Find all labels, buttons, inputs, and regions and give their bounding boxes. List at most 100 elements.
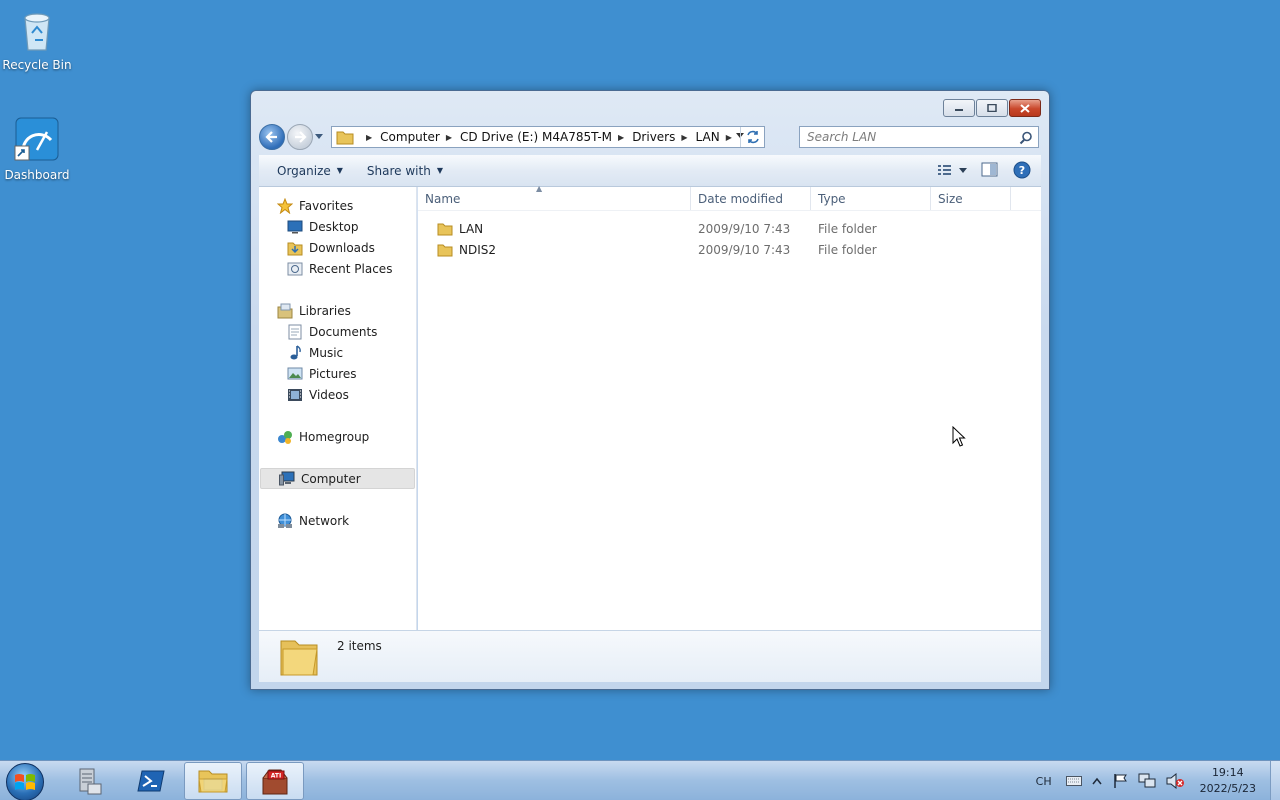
clock-time: 19:14	[1211, 766, 1244, 779]
nav-item-label: Videos	[309, 387, 349, 402]
keyboard-icon[interactable]	[1065, 776, 1082, 786]
nav-item-recent-places[interactable]: Recent Places	[259, 258, 416, 279]
music-icon	[290, 344, 301, 359]
column-header-date-modified[interactable]: Date modified	[691, 187, 811, 210]
downloads-folder-icon	[287, 242, 303, 255]
file-type: File folder	[818, 242, 877, 257]
nav-item-label: Homegroup	[299, 429, 370, 444]
nav-item-music[interactable]: Music	[259, 342, 416, 363]
ati-installer-icon: ATI	[262, 769, 288, 795]
desktop-icon-label: Recycle Bin	[2, 58, 72, 72]
show-desktop-button[interactable]	[1270, 761, 1280, 800]
window-controls	[943, 99, 1041, 117]
start-button[interactable]	[6, 763, 44, 800]
breadcrumb-drivers[interactable]: Drivers	[632, 130, 675, 144]
back-button[interactable]	[259, 124, 285, 150]
item-count: 2 items	[337, 639, 382, 653]
breadcrumb-separator[interactable]: ▶	[681, 133, 687, 142]
search-box[interactable]	[799, 126, 1039, 148]
nav-item-downloads[interactable]: Downloads	[259, 237, 416, 258]
taskbar: ATI CH 19:14 2022/5/23	[0, 760, 1280, 800]
server-manager-icon	[79, 768, 102, 795]
file-list: Name ▲ Date modified Type Size LAN 2009/…	[418, 184, 1041, 630]
system-tray: CH 19:14 2022/5/23	[1036, 761, 1266, 800]
sort-ascending-icon: ▲	[536, 184, 543, 193]
close-button[interactable]	[1009, 99, 1041, 117]
breadcrumb-separator[interactable]: ▶	[726, 133, 732, 142]
taskbar-windows-explorer[interactable]	[184, 762, 242, 800]
pictures-icon	[287, 367, 303, 379]
address-bar[interactable]: ▶ Computer ▶ CD Drive (E:) M4A785T-M ▶ D…	[331, 126, 765, 148]
preview-pane-icon[interactable]	[981, 162, 999, 178]
column-header-name[interactable]: Name ▲	[418, 184, 691, 210]
nav-item-label: Libraries	[299, 303, 351, 318]
recent-places-icon	[287, 262, 303, 275]
search-icon[interactable]	[1019, 131, 1033, 145]
taskbar-server-manager[interactable]	[60, 762, 118, 800]
column-header-row: Name ▲ Date modified Type Size	[418, 184, 1041, 211]
powershell-icon	[137, 770, 165, 792]
action-center-flag-icon[interactable]	[1112, 773, 1128, 789]
share-with-button[interactable]: Share with ▼	[358, 164, 452, 178]
folder-large-icon	[280, 640, 318, 676]
network-tray-icon[interactable]	[1138, 773, 1156, 789]
nav-item-label: Desktop	[309, 219, 359, 234]
help-icon[interactable]: ?	[1013, 161, 1031, 179]
show-hidden-icons-icon[interactable]	[1092, 777, 1102, 785]
nav-item-network[interactable]: Network	[259, 510, 416, 531]
desktop-icon-dashboard[interactable]: Dashboard	[0, 116, 74, 182]
folder-icon	[437, 223, 453, 235]
homegroup-icon	[278, 430, 292, 444]
file-type: File folder	[818, 221, 877, 236]
back-arrow-icon	[265, 131, 277, 143]
table-row[interactable]: LAN 2009/9/10 7:43 File folder	[418, 218, 931, 239]
breadcrumb-computer[interactable]: Computer	[380, 130, 440, 144]
nav-item-pictures[interactable]: Pictures	[259, 363, 416, 384]
nav-item-computer[interactable]: Computer	[260, 468, 415, 489]
column-header-label: Name	[425, 191, 461, 206]
minimize-icon	[955, 109, 963, 111]
nav-item-libraries[interactable]: Libraries	[259, 300, 416, 321]
column-header-label: Size	[938, 191, 963, 206]
windows-logo-icon	[15, 774, 35, 790]
clock[interactable]: 19:14 2022/5/23	[1200, 765, 1256, 797]
forward-arrow-icon	[295, 131, 307, 143]
recent-pages-dropdown[interactable]	[315, 134, 325, 140]
column-header-label: Date modified	[698, 191, 784, 206]
column-header-label: Type	[818, 191, 846, 206]
refresh-button[interactable]	[740, 127, 764, 147]
nav-item-favorites[interactable]: Favorites	[259, 195, 416, 216]
nav-item-desktop[interactable]: Desktop	[259, 216, 416, 237]
folder-icon	[336, 131, 354, 145]
nav-item-homegroup[interactable]: Homegroup	[259, 426, 416, 447]
nav-item-videos[interactable]: Videos	[259, 384, 416, 405]
column-header-size[interactable]: Size	[931, 187, 1011, 210]
search-input[interactable]	[807, 130, 1017, 144]
breadcrumb-cd-drive[interactable]: CD Drive (E:) M4A785T-M	[460, 130, 612, 144]
forward-button[interactable]	[287, 124, 313, 150]
table-row[interactable]: NDIS2 2009/9/10 7:43 File folder	[418, 239, 931, 260]
file-date: 2009/9/10 7:43	[698, 242, 791, 257]
breadcrumb-separator[interactable]: ▶	[446, 133, 452, 142]
maximize-button[interactable]	[976, 99, 1008, 117]
taskbar-powershell[interactable]	[122, 762, 180, 800]
nav-item-label: Favorites	[299, 198, 354, 213]
nav-item-documents[interactable]: Documents	[259, 321, 416, 342]
column-header-type[interactable]: Type	[811, 187, 931, 210]
volume-muted-icon[interactable]	[1166, 773, 1184, 789]
nav-item-label: Documents	[309, 324, 378, 339]
language-indicator[interactable]: CH	[1036, 775, 1052, 788]
chevron-down-icon	[315, 134, 323, 139]
minimize-button[interactable]	[943, 99, 975, 117]
maximize-icon	[987, 104, 997, 112]
change-view-icon[interactable]	[937, 163, 967, 177]
organize-button[interactable]: Organize ▼	[268, 164, 352, 178]
breadcrumb-lan[interactable]: LAN	[696, 130, 720, 144]
refresh-icon	[746, 130, 759, 144]
chevron-down-icon: ▼	[336, 166, 343, 175]
navigation-pane: Favorites Desktop Downloads Recent Place…	[259, 187, 417, 630]
taskbar-ati-installer[interactable]: ATI	[246, 762, 304, 800]
breadcrumb-separator[interactable]: ▶	[618, 133, 624, 142]
breadcrumb-separator[interactable]: ▶	[366, 133, 372, 142]
desktop-icon-recycle-bin[interactable]: Recycle Bin	[0, 6, 74, 72]
